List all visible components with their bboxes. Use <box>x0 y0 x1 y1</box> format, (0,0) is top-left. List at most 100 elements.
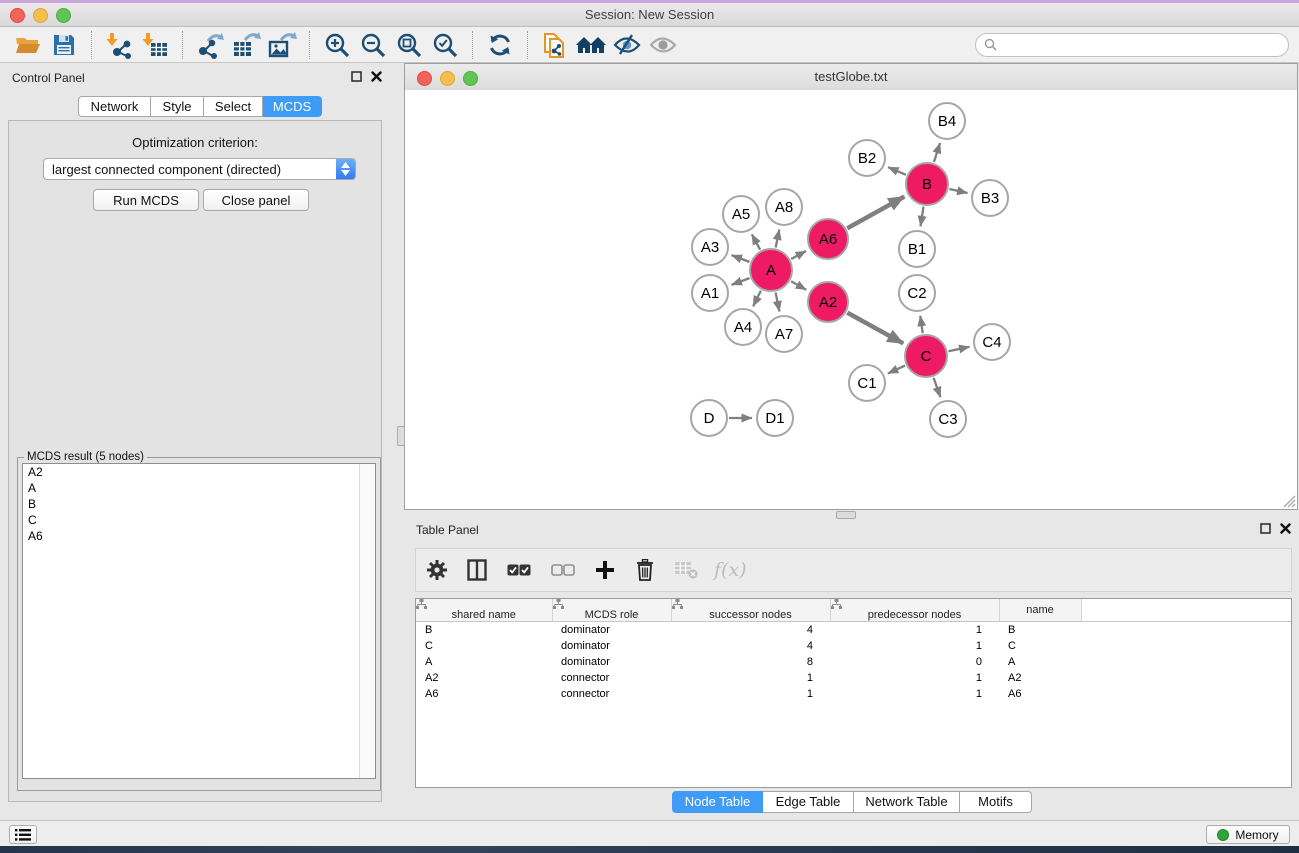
graph-edge[interactable] <box>920 316 922 333</box>
mcds-result-item[interactable]: A <box>23 480 375 496</box>
import-network-button[interactable] <box>101 30 137 60</box>
graph-edge[interactable] <box>752 234 760 249</box>
import-table-icon <box>141 31 169 59</box>
column-header-mcds-role[interactable]: MCDS role <box>552 599 671 622</box>
table-row[interactable]: Cdominator41C <box>416 638 1291 654</box>
export-table-button[interactable] <box>228 30 264 60</box>
graph-edge[interactable] <box>934 378 941 398</box>
global-search-input[interactable] <box>1002 37 1280 53</box>
network-graph: B4B2BB3A5A8A6A3B1AA1C2A2A4A7CC1C4C3DD1 <box>405 90 1297 509</box>
graph-edge[interactable] <box>732 278 750 285</box>
minimize-window-button[interactable] <box>33 8 48 23</box>
toolbar-separator <box>527 31 528 59</box>
zoom-fit-button[interactable] <box>391 30 427 60</box>
memory-button[interactable]: Memory <box>1206 825 1290 844</box>
mcds-result-item[interactable]: B <box>23 496 375 512</box>
delete-column-button[interactable] <box>632 555 658 585</box>
close-panel-icon[interactable] <box>1280 523 1291 534</box>
graph-edge[interactable] <box>888 366 905 374</box>
table-panel-title: Table Panel <box>416 523 479 537</box>
tab-mcds[interactable]: MCDS <box>263 96 322 117</box>
graph-edge[interactable] <box>847 313 903 344</box>
mcds-result-item[interactable]: C <box>23 512 375 528</box>
zoom-out-button[interactable] <box>355 30 391 60</box>
table-row[interactable]: Adominator80A <box>416 654 1291 670</box>
control-panel: Control Panel Network Style Select MCDS … <box>0 63 390 819</box>
tab-node-table[interactable]: Node Table <box>672 791 763 813</box>
mcds-result-group: MCDS result (5 nodes) A2ABCA6 <box>17 451 381 791</box>
graph-edge[interactable] <box>791 281 806 290</box>
graph-edge[interactable] <box>948 347 969 351</box>
table-row[interactable]: A6connector11A6 <box>416 686 1291 702</box>
tab-select[interactable]: Select <box>204 96 263 117</box>
mcds-result-list: A2ABCA6 <box>22 463 376 779</box>
tab-style[interactable]: Style <box>151 96 204 117</box>
network-minimize-button[interactable] <box>440 71 455 86</box>
graph-node-label: A6 <box>819 231 837 248</box>
tab-network-table[interactable]: Network Table <box>854 791 960 813</box>
export-network-button[interactable] <box>192 30 228 60</box>
graph-edge[interactable] <box>920 207 923 227</box>
show-all-button[interactable] <box>645 30 681 60</box>
task-history-button[interactable] <box>9 825 37 844</box>
network-close-button[interactable] <box>417 71 432 86</box>
graph-edge[interactable] <box>949 189 967 193</box>
graph-node-label: C4 <box>982 334 1001 351</box>
mcds-tab-content: Optimization criterion: largest connecte… <box>8 120 382 802</box>
column-header-name[interactable]: name <box>999 599 1081 622</box>
hide-selected-button[interactable] <box>609 30 645 60</box>
graph-node-label: C <box>921 348 932 365</box>
function-builder-button[interactable]: f(x) <box>714 559 747 581</box>
scrollbar-track[interactable] <box>359 464 375 778</box>
graph-edge[interactable] <box>847 197 904 229</box>
import-table-button[interactable] <box>137 30 173 60</box>
table-toolbar: f(x) <box>415 548 1292 592</box>
tab-edge-table[interactable]: Edge Table <box>763 791 854 813</box>
mcds-result-item[interactable]: A6 <box>23 528 375 544</box>
resize-grip-icon[interactable] <box>1280 492 1296 508</box>
table-row[interactable]: A2connector11A2 <box>416 670 1291 686</box>
graph-edge[interactable] <box>732 255 750 262</box>
clone-network-button[interactable] <box>537 30 573 60</box>
close-window-button[interactable] <box>10 8 25 23</box>
tab-network[interactable]: Network <box>78 96 151 117</box>
graph-edge[interactable] <box>934 143 940 162</box>
clone-network-icon <box>541 30 569 60</box>
run-mcds-button[interactable]: Run MCDS <box>93 189 199 211</box>
graph-edge[interactable] <box>776 293 780 312</box>
save-session-button[interactable] <box>46 30 82 60</box>
first-neighbors-button[interactable] <box>573 30 609 60</box>
tab-motifs[interactable]: Motifs <box>960 791 1032 813</box>
export-image-button[interactable] <box>264 30 300 60</box>
zoom-in-button[interactable] <box>319 30 355 60</box>
close-panel-button[interactable]: Close panel <box>203 189 309 211</box>
apply-layout-button[interactable] <box>482 30 518 60</box>
deselect-all-button[interactable] <box>548 555 578 585</box>
select-all-button[interactable] <box>504 555 534 585</box>
zoom-selected-button[interactable] <box>427 30 463 60</box>
add-column-button[interactable] <box>592 555 618 585</box>
show-columns-button[interactable] <box>464 555 490 585</box>
network-canvas[interactable]: B4B2BB3A5A8A6A3B1AA1C2A2A4A7CC1C4C3DD1 <box>405 90 1297 509</box>
float-panel-icon[interactable] <box>1260 523 1271 534</box>
criterion-select[interactable]: largest connected component (directed) <box>43 158 356 180</box>
graph-edge[interactable] <box>753 291 761 307</box>
column-header-predecessor-nodes[interactable]: predecessor nodes <box>830 599 999 622</box>
table-settings-button[interactable] <box>424 555 450 585</box>
graph-edge[interactable] <box>888 167 906 175</box>
graph-edge[interactable] <box>791 251 806 259</box>
zoom-window-button[interactable] <box>56 8 71 23</box>
column-header-successor-nodes[interactable]: successor nodes <box>671 599 830 622</box>
mcds-result-item[interactable]: A2 <box>23 464 375 480</box>
graph-edge[interactable] <box>776 230 780 248</box>
delete-table-button[interactable] <box>672 555 700 585</box>
network-zoom-button[interactable] <box>463 71 478 86</box>
table-row[interactable]: Bdominator41B <box>416 622 1291 639</box>
float-panel-icon[interactable] <box>351 71 362 82</box>
deselect-all-icon <box>551 564 575 576</box>
graph-node-label: D1 <box>765 410 784 427</box>
close-panel-icon[interactable] <box>371 71 382 82</box>
open-session-button[interactable] <box>10 30 46 60</box>
column-header-shared-name[interactable]: shared name <box>416 599 552 622</box>
splitter-handle-vertical[interactable] <box>397 426 405 446</box>
